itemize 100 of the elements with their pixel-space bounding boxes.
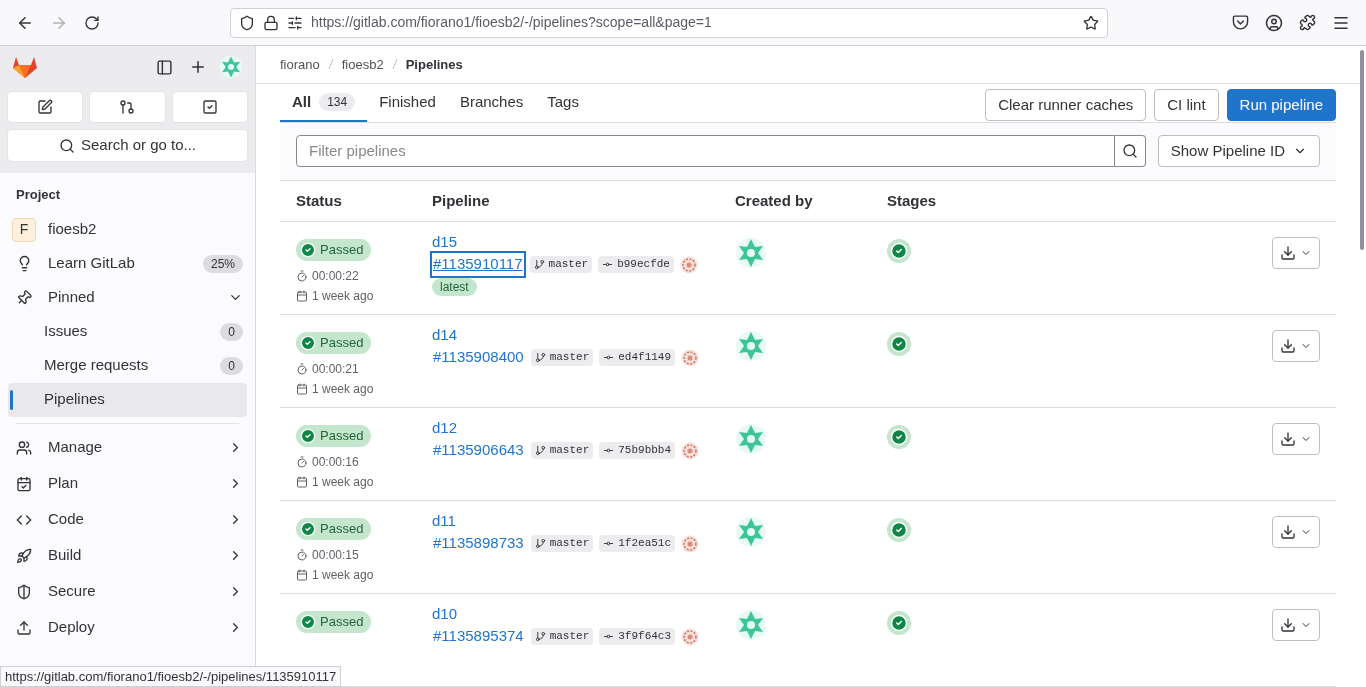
nav-group[interactable]: Secure — [8, 573, 247, 610]
nav-group[interactable]: Manage — [8, 429, 247, 466]
stage-passed-icon[interactable] — [887, 239, 911, 263]
pipeline-name-link[interactable]: d11 — [432, 510, 456, 533]
download-icon — [1280, 524, 1296, 540]
lock-icon[interactable] — [263, 14, 279, 31]
download-artifacts-button[interactable] — [1272, 516, 1320, 548]
extensions-icon[interactable] — [1299, 14, 1316, 31]
pipeline-id-link[interactable]: #1135895374 — [432, 625, 525, 648]
pipeline-id-link[interactable]: #1135906643 — [432, 439, 525, 462]
status-badge[interactable]: Passed — [296, 611, 372, 633]
action-button[interactable]: Run pipeline — [1226, 88, 1336, 121]
search-button[interactable]: Search or go to... — [8, 130, 247, 161]
branch-tag[interactable]: master — [530, 349, 594, 366]
tab[interactable]: All 134 — [280, 83, 368, 122]
issues-shortcut-button[interactable] — [8, 92, 83, 122]
upload-icon — [16, 619, 32, 636]
commit-tag[interactable]: 3f9f64c3 — [599, 628, 676, 645]
pinned-toggle[interactable]: Pinned — [8, 280, 247, 315]
shield-icon — [16, 583, 32, 600]
todo-shortcut-button[interactable] — [172, 92, 247, 122]
merge-requests-shortcut-button[interactable] — [90, 92, 165, 122]
commit-tag[interactable]: 1f2ea51c — [599, 535, 676, 552]
calendar-icon — [16, 475, 32, 492]
pipeline-id-link[interactable]: #1135898733 — [432, 532, 525, 555]
check-circle-icon — [300, 335, 316, 351]
created-time-text: 1 week ago — [312, 474, 374, 491]
commit-author-avatar[interactable] — [681, 348, 700, 367]
branch-icon — [534, 538, 546, 550]
commit-author-avatar[interactable] — [681, 627, 700, 646]
created-time-text: 1 week ago — [312, 288, 374, 305]
reload-icon[interactable] — [84, 14, 100, 31]
stage-passed-icon[interactable] — [887, 332, 911, 356]
nav-group[interactable]: Build — [8, 537, 247, 574]
commit-author-avatar[interactable] — [679, 255, 698, 274]
stage-passed-icon[interactable] — [887, 425, 911, 449]
download-artifacts-button[interactable] — [1272, 609, 1320, 641]
download-artifacts-button[interactable] — [1272, 330, 1320, 362]
pinned-item[interactable]: Pipelines — [8, 382, 247, 417]
pipeline-name-link[interactable]: d10 — [432, 603, 458, 626]
merge-request-icon — [119, 99, 136, 115]
permissions-icon[interactable] — [287, 14, 303, 31]
action-button[interactable]: CI lint — [1154, 88, 1219, 121]
sidebar-toggle-icon[interactable] — [156, 58, 173, 76]
commit-tag[interactable]: ed4f1149 — [599, 349, 676, 366]
branch-icon — [533, 259, 545, 271]
learn-gitlab-link[interactable]: Learn GitLab 25% — [8, 246, 247, 281]
pipeline-name-link[interactable]: d12 — [432, 417, 458, 440]
commit-tag[interactable]: 75b9bbb4 — [599, 442, 676, 459]
gitlab-logo[interactable] — [12, 55, 38, 79]
branch-tag[interactable]: master — [530, 535, 594, 552]
branch-tag[interactable]: master — [529, 256, 593, 273]
shield-icon[interactable] — [239, 14, 255, 31]
column-header: Stages — [887, 190, 937, 211]
pipeline-name-link[interactable]: d14 — [432, 324, 458, 347]
account-icon[interactable] — [1265, 13, 1283, 32]
pipeline-id-link[interactable]: #1135908400 — [432, 346, 525, 369]
plus-icon[interactable] — [189, 58, 207, 76]
breadcrumb-separator-icon — [391, 58, 398, 71]
tab[interactable]: Branches — [447, 83, 536, 122]
count-badge: 0 — [220, 322, 243, 341]
project-link[interactable]: F fioesb2 — [8, 212, 247, 247]
nav-group[interactable]: Code — [8, 501, 247, 538]
pinned-item[interactable]: Merge requests 0 — [8, 348, 247, 383]
pinned-item[interactable]: Issues 0 — [8, 314, 247, 349]
commit-author-avatar[interactable] — [681, 441, 700, 460]
url-text: https://gitlab.com/fiorano1/fioesb2/-/pipelines?scope=all&page=1 — [311, 13, 713, 32]
breadcrumb-link[interactable]: fioesb2 — [341, 54, 384, 75]
tab[interactable]: Tags — [535, 83, 591, 122]
pocket-icon[interactable] — [1232, 14, 1249, 31]
nav-group[interactable]: Plan — [8, 465, 247, 502]
search-button[interactable] — [1114, 135, 1146, 168]
commit-tag[interactable]: b99ecfde — [598, 256, 674, 273]
download-artifacts-button[interactable] — [1272, 423, 1320, 455]
stage-passed-icon[interactable] — [887, 518, 911, 542]
address-bar[interactable]: https://gitlab.com/fiorano1/fioesb2/-/pipelines?scope=all&page=1 — [230, 7, 1108, 38]
branch-tag[interactable]: master — [530, 628, 594, 645]
action-button[interactable]: Clear runner caches — [985, 88, 1147, 121]
status-badge[interactable]: Passed — [296, 518, 372, 540]
breadcrumb-link[interactable]: Pipelines — [405, 54, 463, 75]
pipeline-name-link[interactable]: d15 — [432, 231, 458, 254]
commit-author-avatar[interactable] — [681, 534, 700, 553]
download-artifacts-button[interactable] — [1272, 237, 1320, 269]
tab[interactable]: Finished — [367, 83, 448, 122]
branch-icon — [534, 352, 546, 364]
bookmark-star-icon[interactable] — [1083, 14, 1099, 31]
pipeline-id-link[interactable]: #1135910117 — [432, 253, 524, 276]
pipeline-id-dropdown[interactable]: Show Pipeline ID — [1157, 135, 1320, 168]
status-badge[interactable]: Passed — [296, 425, 372, 447]
download-icon — [1280, 617, 1296, 633]
status-badge[interactable]: Passed — [296, 239, 372, 261]
breadcrumb-link[interactable]: fiorano — [280, 54, 320, 75]
stage-passed-icon[interactable] — [887, 611, 911, 635]
check-circle-icon — [300, 614, 316, 630]
calendar-icon — [296, 290, 308, 302]
check-circle-icon — [300, 428, 316, 444]
nav-group[interactable]: Deploy — [8, 609, 247, 646]
branch-tag[interactable]: master — [530, 442, 594, 459]
status-badge[interactable]: Passed — [296, 332, 372, 354]
filter-field[interactable]: Filter pipelines — [296, 135, 1115, 168]
